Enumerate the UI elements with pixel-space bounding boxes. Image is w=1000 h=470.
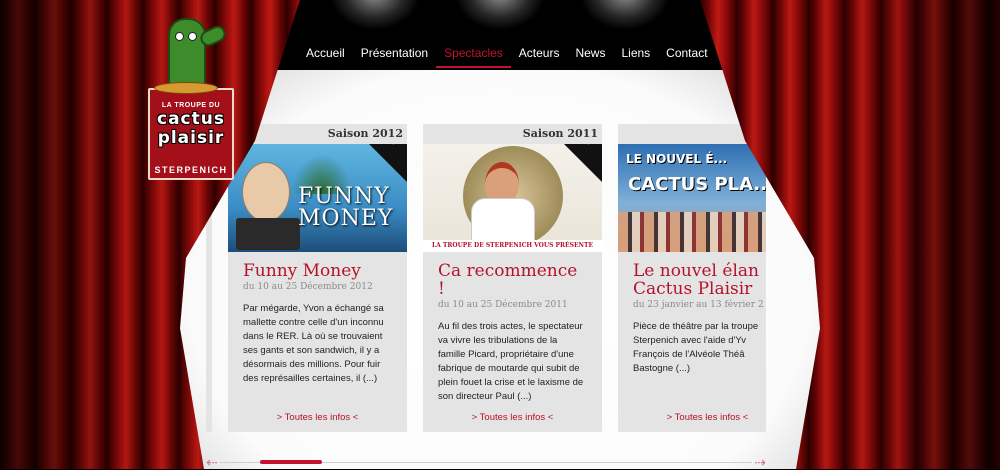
logo-text-line: STERPENICH xyxy=(154,165,228,175)
logo-text-line: cactus xyxy=(157,109,225,129)
carousel-scrollbar[interactable]: ⇠ ⇢ xyxy=(206,455,766,469)
more-info-link[interactable]: > Toutes les infos < xyxy=(618,412,766,423)
nav-item-accueil[interactable]: Accueil xyxy=(298,44,353,68)
mascot-eye xyxy=(175,32,184,41)
poster-title-line: MONEY xyxy=(298,206,394,231)
show-description: Au fil des trois actes, le spectateur va… xyxy=(438,321,584,402)
nav-item-presentation[interactable]: Présentation xyxy=(353,44,436,68)
actor-face-graphic xyxy=(242,162,290,222)
more-info-link[interactable]: > Toutes les infos < xyxy=(423,412,602,423)
main-nav: Accueil Présentation Spectacles Acteurs … xyxy=(298,44,716,68)
show-poster[interactable]: LE NOUVEL É... CACTUS PLA... xyxy=(618,144,766,252)
nav-item-contact[interactable]: Contact xyxy=(658,44,715,68)
nav-item-news[interactable]: News xyxy=(567,44,613,68)
logo-text-line: LA TROUPE DU xyxy=(161,102,221,109)
nav-item-acteurs[interactable]: Acteurs xyxy=(511,44,568,68)
mascot-hat xyxy=(154,82,218,94)
poster-band: LA TROUPE DE STERPENICH VOUS PRÉSENTE xyxy=(423,240,602,252)
show-poster[interactable]: LA TROUPE DE STERPENICH VOUS PRÉSENTE SA… xyxy=(423,144,602,252)
show-description: Par mégarde, Yvon a échangé sa mallette … xyxy=(243,303,384,384)
briefcase-graphic xyxy=(236,218,300,250)
show-title[interactable]: Le nouvel élan Cactus Plaisir xyxy=(633,262,766,298)
show-card: Saison 2012 FUNNY MONEY SAISON 2012 Funn… xyxy=(228,124,407,432)
season-label: Saison 2011 xyxy=(522,127,598,140)
mascot-eye xyxy=(188,32,197,41)
show-title[interactable]: Funny Money xyxy=(243,262,392,280)
more-info-link[interactable]: > Toutes les infos < xyxy=(228,412,407,423)
show-dates: du 10 au 25 Décembre 2011 xyxy=(438,300,568,310)
site-logo[interactable]: LA TROUPE DU cactus plaisir STERPENICH xyxy=(148,10,234,186)
nav-item-liens[interactable]: Liens xyxy=(613,44,658,68)
scroll-thumb[interactable] xyxy=(260,460,322,464)
arrow-left-icon[interactable]: ⇠ xyxy=(206,455,218,469)
show-poster[interactable]: FUNNY MONEY SAISON 2012 xyxy=(228,144,407,252)
show-title[interactable]: Ca recommence ! xyxy=(438,262,587,298)
season-ribbon: SAISON 2011 xyxy=(564,144,602,182)
logo-text-line: plaisir xyxy=(157,128,225,148)
poster-title-line: CACTUS PLA... xyxy=(628,174,766,195)
season-ribbon: SAISON 2012 xyxy=(369,144,407,182)
cast-photo-graphic xyxy=(618,212,766,252)
show-dates: du 10 au 25 Décembre 2012 xyxy=(243,282,373,292)
show-card: LE NOUVEL É... CACTUS PLA... Le nouvel é… xyxy=(618,124,766,432)
show-description: Pièce de théâtre par la troupe Sterpenic… xyxy=(633,321,759,374)
arrow-right-icon[interactable]: ⇢ xyxy=(754,455,766,469)
shows-carousel: s Saison 2012 FUNNY MONEY SAISON 2012 Fu… xyxy=(206,124,766,432)
actress-shirt-graphic xyxy=(471,198,535,246)
show-card: Saison 2011 LA TROUPE DE STERPENICH VOUS… xyxy=(423,124,602,432)
poster-title-line: LE NOUVEL É... xyxy=(626,152,728,166)
show-dates: du 23 janvier au 13 février 2 xyxy=(633,300,764,310)
nav-item-spectacles[interactable]: Spectacles xyxy=(436,44,511,68)
